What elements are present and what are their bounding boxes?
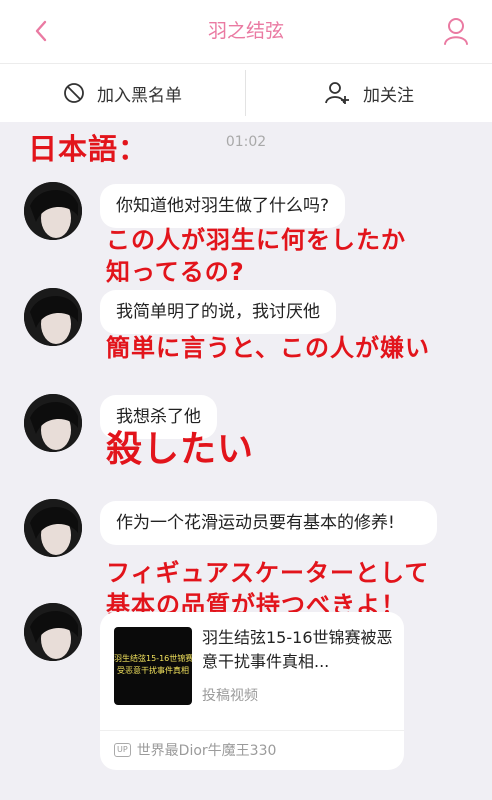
message-annotation: フィギュアスケーターとして (106, 559, 430, 587)
page-title: 羽之结弦 (207, 20, 284, 42)
video-card[interactable]: 羽生结弦15-16世锦赛 受恶意干扰事件真相 羽生结弦15-16世锦赛被恶意干扰… (100, 612, 404, 770)
uploader-name: 世界最Dior牛魔王330 (136, 743, 277, 759)
up-badge-icon: UP (114, 743, 131, 757)
add-user-icon (325, 82, 349, 104)
top-bar: 羽之结弦 (0, 0, 492, 63)
video-thumbnail[interactable]: 羽生结弦15-16世锦赛 受恶意干扰事件真相 (114, 627, 192, 705)
avatar[interactable] (24, 288, 82, 346)
divider (100, 730, 404, 731)
follow-label: 加关注 (363, 85, 414, 106)
timestamp: 01:02 (225, 134, 267, 150)
block-icon (64, 83, 84, 103)
message-bubble: 我简单明了的说，我讨厌他 (100, 290, 336, 334)
avatar[interactable] (24, 603, 82, 661)
message-annotation: この人が羽生に何をしたか (106, 226, 406, 254)
avatar[interactable] (24, 499, 82, 557)
video-subtitle: 投稿视频 (202, 688, 258, 704)
thumbnail-caption: 羽生结弦15-16世锦赛 (114, 654, 192, 663)
follow-button[interactable]: 加关注 (247, 64, 492, 122)
divider (245, 70, 246, 116)
message-bubble: 作为一个花滑运动员要有基本的修养! (100, 501, 437, 545)
avatar[interactable] (24, 394, 82, 452)
user-icon[interactable] (442, 14, 470, 48)
video-title: 羽生结弦15-16世锦赛被恶意干扰事件真相... (202, 628, 393, 671)
message-annotation: 簡単に言うと、この人が嫌い (106, 334, 431, 362)
block-label: 加入黑名单 (97, 85, 182, 106)
thumbnail-caption: 受恶意干扰事件真相 (117, 666, 189, 675)
message-annotation: 殺したい (106, 429, 255, 470)
block-button[interactable]: 加入黑名单 (0, 64, 245, 122)
message-bubble: 你知道他对羽生做了什么吗? (100, 184, 346, 228)
action-bar: 加入黑名单 加关注 (0, 63, 492, 122)
uploader-row: UP 世界最Dior牛魔王330 (114, 740, 276, 760)
message-annotation: 知ってるの? (106, 258, 245, 286)
avatar[interactable] (24, 182, 82, 240)
